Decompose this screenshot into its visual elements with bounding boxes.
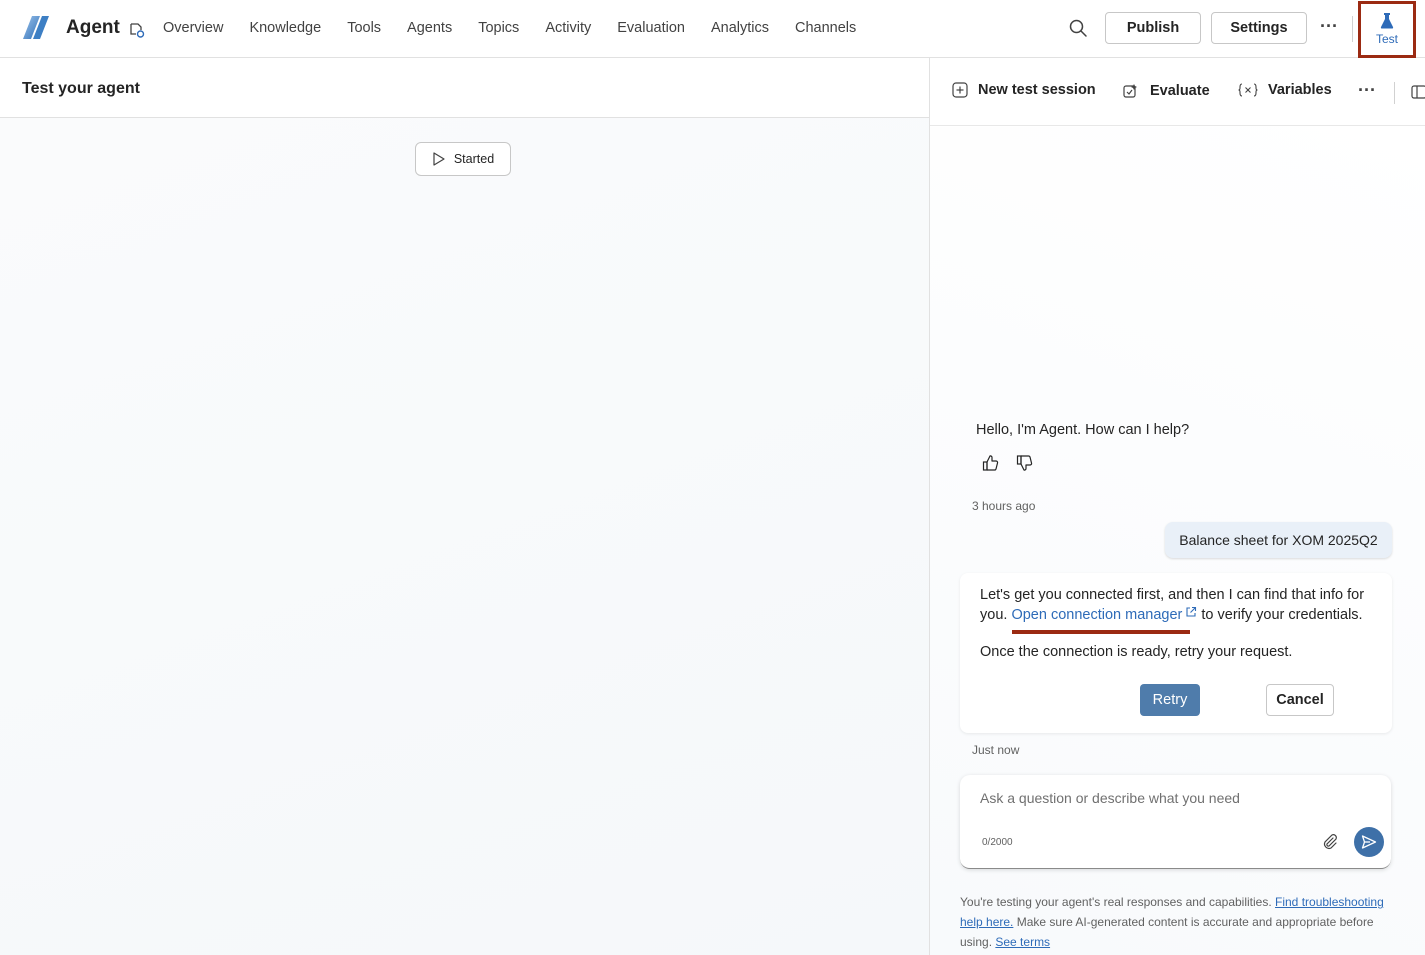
left-pane: Test your agent Started <box>0 58 930 955</box>
main-nav: Overview Knowledge Tools Agents Topics A… <box>150 0 869 58</box>
disclaimer-text: You're testing your agent's real respons… <box>960 892 1390 952</box>
bot-reply-text: to verify your credentials. <box>1201 607 1363 623</box>
app-name: Agent <box>66 17 120 38</box>
nav-item-tools[interactable]: Tools <box>334 0 394 58</box>
evaluate-icon <box>1123 84 1137 98</box>
thumbs-down-icon[interactable] <box>1016 454 1034 472</box>
logo-icon <box>23 16 49 39</box>
chat-composer: 0/2000 <box>960 775 1391 869</box>
chat-transcript[interactable]: Hello, I'm Agent. How can I help? 3 hour… <box>930 127 1425 955</box>
nav-item-agents[interactable]: Agents <box>394 0 465 58</box>
thumbs-up-icon[interactable] <box>982 454 1000 472</box>
flow-canvas[interactable]: Started <box>0 118 929 955</box>
send-button[interactable] <box>1354 827 1384 857</box>
page-title: Test your agent <box>22 80 140 97</box>
started-label: Started <box>453 152 495 166</box>
feedback-buttons <box>982 454 1034 472</box>
chat-input[interactable] <box>980 787 1370 809</box>
nav-item-knowledge[interactable]: Knowledge <box>236 0 334 58</box>
bot-reply-line: Let's get you connected first, and then … <box>980 587 1365 603</box>
bot-reply-line: you. Open connection manager to verify y… <box>980 606 1363 623</box>
evaluate-label: Evaluate <box>1150 83 1210 99</box>
panel-icon[interactable] <box>1411 84 1425 100</box>
divider <box>1352 16 1353 42</box>
test-chat-pane: New test session Evaluate Variables ··· <box>930 58 1425 955</box>
variables-label: Variables <box>1268 82 1332 98</box>
message-timestamp: 3 hours ago <box>972 499 1036 513</box>
send-icon <box>1361 835 1377 849</box>
open-connection-manager-label: Open connection manager <box>1011 607 1183 623</box>
retry-button[interactable]: Retry <box>1140 684 1200 716</box>
disclaimer-part: You're testing your agent's real respons… <box>960 895 1272 909</box>
nav-item-overview[interactable]: Overview <box>150 0 236 58</box>
user-message-text: Balance sheet for XOM 2025Q2 <box>1179 532 1378 548</box>
variables-icon <box>1238 83 1258 97</box>
user-message-bubble: Balance sheet for XOM 2025Q2 <box>1165 522 1392 558</box>
add-square-icon <box>952 82 968 98</box>
play-icon <box>433 152 445 166</box>
evaluate-button[interactable]: Evaluate <box>1122 82 1210 100</box>
started-node[interactable]: Started <box>415 142 511 176</box>
toolbar-more-button[interactable]: ··· <box>1358 80 1376 101</box>
bot-reply-line: Once the connection is ready, retry your… <box>980 644 1293 660</box>
left-header: Test your agent <box>0 58 929 118</box>
new-test-session-label: New test session <box>978 82 1096 98</box>
flask-icon <box>1380 13 1394 29</box>
settings-button[interactable]: Settings <box>1211 12 1307 44</box>
see-terms-link[interactable]: See terms <box>995 935 1050 949</box>
external-link-icon <box>1186 606 1197 617</box>
variables-button[interactable]: Variables <box>1238 82 1332 98</box>
highlight-underline <box>1012 630 1190 634</box>
top-nav-bar: Agent Overview Knowledge Tools Agents To… <box>0 0 1425 58</box>
nav-item-evaluation[interactable]: Evaluation <box>604 0 698 58</box>
more-options-button[interactable]: ··· <box>1318 14 1340 42</box>
bot-greeting-message: Hello, I'm Agent. How can I help? <box>976 422 1190 438</box>
attach-icon[interactable] <box>1321 833 1339 851</box>
edit-icon[interactable] <box>126 19 146 39</box>
search-icon[interactable] <box>1068 18 1088 38</box>
new-test-session-button[interactable]: New test session <box>952 82 1096 98</box>
test-button-label: Test <box>1375 32 1398 46</box>
publish-button[interactable]: Publish <box>1105 12 1201 44</box>
nav-item-channels[interactable]: Channels <box>782 0 869 58</box>
cancel-button[interactable]: Cancel <box>1266 684 1334 716</box>
char-count: 0/2000 <box>982 837 1013 848</box>
divider <box>1394 82 1395 104</box>
bot-reply-card: Let's get you connected first, and then … <box>960 573 1392 733</box>
bot-reply-text: you. <box>980 607 1008 623</box>
open-connection-manager-link[interactable]: Open connection manager <box>1011 606 1197 623</box>
message-timestamp: Just now <box>972 743 1020 757</box>
nav-item-topics[interactable]: Topics <box>465 0 532 58</box>
test-button[interactable]: Test <box>1358 1 1416 58</box>
chat-toolbar: New test session Evaluate Variables ··· <box>930 58 1425 126</box>
nav-item-activity[interactable]: Activity <box>532 0 604 58</box>
nav-item-analytics[interactable]: Analytics <box>698 0 782 58</box>
